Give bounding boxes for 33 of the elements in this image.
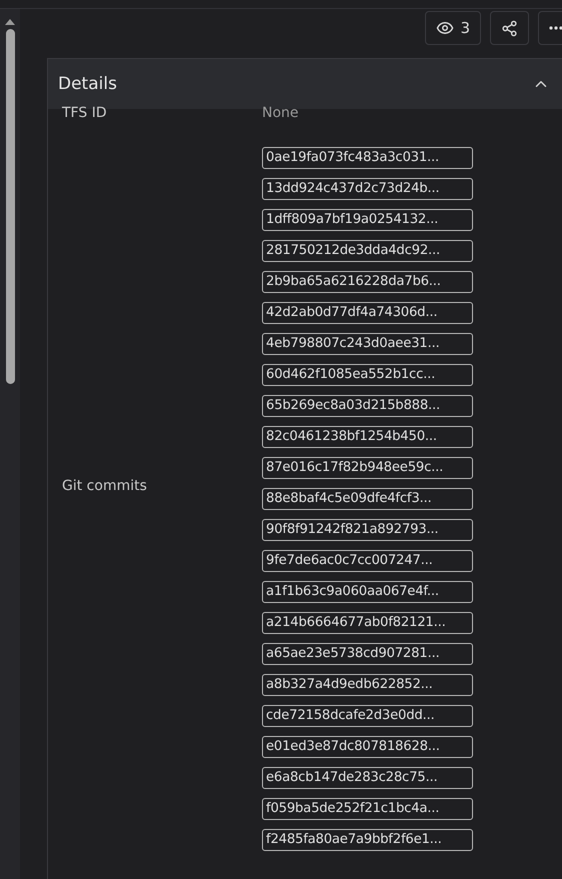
commit-hash-tag[interactable]: 42d2ab0d77df4a74306d... [262, 302, 473, 324]
commit-hash-tag[interactable]: 0ae19fa073fc483a3c031... [262, 147, 473, 169]
field-label: Git commits [62, 478, 148, 494]
share-icon [501, 20, 518, 36]
commit-hash-tag[interactable]: cde72158dcafe2d3e0dd... [262, 705, 473, 727]
more-icon [549, 26, 562, 30]
commit-hash-tag[interactable]: e6a8cb147de283c28c75... [262, 767, 473, 789]
commit-hash-tag[interactable]: a214b6664677ab0f82121... [262, 612, 473, 634]
commit-hash-tag[interactable]: a1f1b63c9a060aa067e4f... [262, 581, 473, 603]
commit-hash-tag[interactable]: 4eb798807c243d0aee31... [262, 333, 473, 355]
commit-hash-tag[interactable]: a8b327a4d9edb622852... [262, 674, 473, 696]
commit-hash-tag[interactable]: 60d462f1085ea552b1cc... [262, 364, 473, 386]
commit-hash-tag[interactable]: 65b269ec8a03d215b888... [262, 395, 473, 417]
commit-hash-tag[interactable]: e01ed3e87dc807818628... [262, 736, 473, 758]
commit-hash-tag[interactable]: a65ae23e5738cd907281... [262, 643, 473, 665]
commit-hash-tag[interactable]: 281750212de3dda4dc92... [262, 240, 473, 262]
commit-hash-tag[interactable]: 1dff809a7bf19a0254132... [262, 209, 473, 231]
commit-hash-tag[interactable]: 9fe7de6ac0c7cc007247... [262, 550, 473, 572]
commit-hash-tag[interactable]: 90f8f91242f821a892793... [262, 519, 473, 541]
eye-icon [436, 19, 454, 37]
commit-hash-tag[interactable]: 87e016c17f82b948ee59c... [262, 457, 473, 479]
commit-hash-tag[interactable]: f059ba5de252f21c1bc4a... [262, 798, 473, 820]
share-button[interactable] [490, 11, 529, 45]
commit-hash-tag[interactable]: 13dd924c437d2c73d24b... [262, 178, 473, 200]
commit-hash-tag[interactable]: 2b9ba65a6216228da7b6... [262, 271, 473, 293]
field-value: None [262, 105, 300, 121]
details-title: Details [58, 74, 117, 94]
scrollbar-thumb[interactable] [6, 29, 14, 384]
commit-hash-tag[interactable]: 88e8baf4c5e09dfe4fcf3... [262, 488, 473, 510]
watchers-button[interactable]: 3 [425, 11, 481, 45]
commit-hash-tag[interactable]: f2485fa80ae7a9bbf2f6e1... [262, 829, 473, 851]
field-label: TFS ID [62, 105, 108, 121]
commit-hash-tag[interactable]: 82c0461238bf1254b450... [262, 426, 473, 448]
